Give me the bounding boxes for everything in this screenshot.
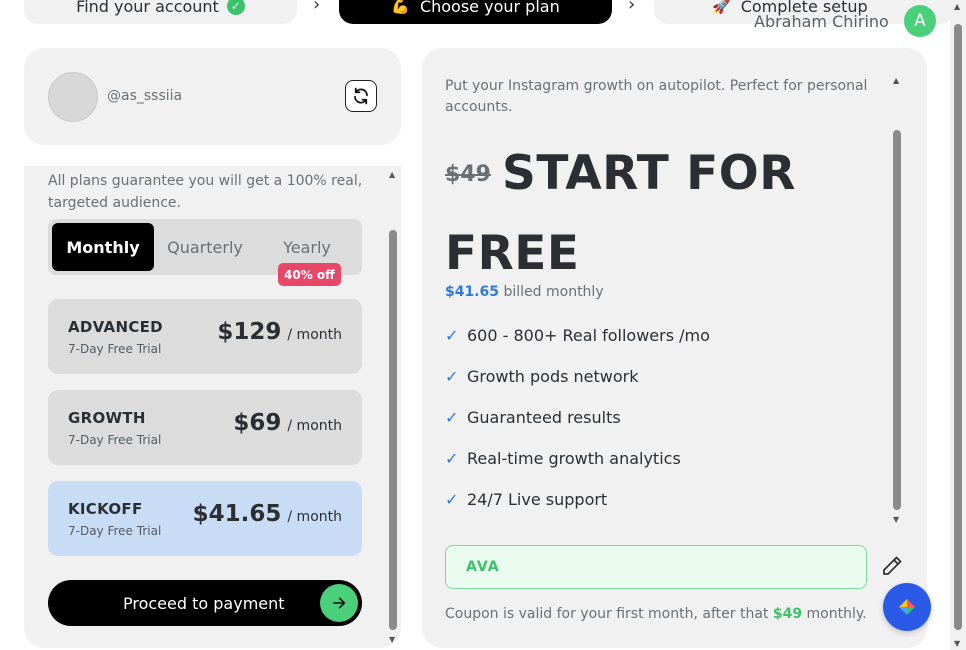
summary-headline: START FOR FREE	[445, 146, 796, 281]
checkmark-icon: ✓	[445, 408, 459, 427]
old-price: $49	[445, 162, 491, 187]
period-monthly[interactable]: Monthly	[52, 223, 154, 271]
plan-name: GROWTH	[68, 409, 146, 427]
proceed-to-payment-button[interactable]: Proceed to payment	[48, 580, 362, 626]
chevron-right-icon: ›	[313, 0, 321, 15]
feature-label: Growth pods network	[467, 367, 639, 386]
feature-item: ✓ 24/7 Live support	[445, 490, 710, 531]
plan-card-growth[interactable]: GROWTH 7-Day Free Trial $69 / month	[48, 390, 362, 465]
checkmark-icon: ✓	[445, 367, 459, 386]
plan-period: / month	[287, 418, 342, 434]
plans-description: All plans guarantee you will get a 100% …	[48, 173, 363, 211]
user-avatar[interactable]: A	[904, 5, 936, 37]
summary-scrollbar-thumb[interactable]	[893, 130, 901, 510]
proceed-label: Proceed to payment	[123, 593, 285, 613]
plan-price: $41.65	[192, 501, 282, 527]
plan-name: ADVANCED	[68, 318, 163, 336]
step-find-account-label: Find your account	[76, 0, 219, 16]
scroll-down-arrow-icon[interactable]: ▼	[389, 635, 395, 644]
account-card: @as_sssiia	[24, 48, 401, 145]
feature-label: Real-time growth analytics	[467, 449, 681, 468]
refresh-account-button[interactable]	[345, 80, 377, 112]
period-quarterly[interactable]: Quarterly	[156, 223, 254, 271]
summary-scrollbar[interactable]: ▲ ▼	[890, 72, 904, 528]
coupon-note-prefix: Coupon is valid for your first month, af…	[445, 606, 773, 622]
rocket-icon: 🚀	[712, 0, 731, 15]
help-chat-button[interactable]	[883, 583, 931, 631]
refresh-icon	[354, 87, 368, 105]
feature-item: ✓ 600 - 800+ Real followers /mo	[445, 326, 710, 367]
scroll-up-arrow-icon[interactable]: ▲	[389, 170, 395, 179]
coupon-code-field[interactable]: AVA	[445, 545, 867, 589]
scroll-up-arrow-icon[interactable]: ▲	[954, 2, 960, 11]
scroll-up-arrow-icon[interactable]: ▲	[893, 76, 899, 85]
plan-trial: 7-Day Free Trial	[68, 433, 162, 447]
summary-description: Put your Instagram growth on autopilot. …	[445, 78, 868, 115]
plan-price: $129	[217, 319, 282, 345]
plan-name: KICKOFF	[68, 500, 143, 518]
plan-price: $69	[233, 410, 282, 436]
plan-summary-panel: Put your Instagram growth on autopilot. …	[422, 48, 927, 648]
feature-item: ✓ Growth pods network	[445, 367, 710, 408]
feature-label: Guaranteed results	[467, 408, 621, 427]
checkmark-icon: ✓	[445, 326, 459, 345]
scroll-down-arrow-icon[interactable]: ▼	[893, 515, 899, 524]
flexed-biceps-icon: 💪	[391, 0, 410, 15]
plans-scrollbar-thumb[interactable]	[389, 230, 397, 630]
coupon-note-amount: $49	[772, 606, 803, 622]
scroll-down-arrow-icon[interactable]: ▼	[954, 639, 960, 648]
plan-card-advanced[interactable]: ADVANCED 7-Day Free Trial $129 / month	[48, 299, 362, 374]
feature-label: 600 - 800+ Real followers /mo	[467, 326, 710, 345]
step-choose-plan-label: Choose your plan	[419, 0, 560, 16]
checkmark-icon: ✓	[445, 490, 459, 509]
step-find-account[interactable]: Find your account ✓	[24, 0, 297, 24]
arrow-right-icon	[320, 584, 358, 622]
coupon-note-suffix: monthly.	[802, 606, 867, 622]
page-scrollbar-thumb[interactable]	[954, 24, 962, 630]
plan-period: / month	[287, 509, 342, 525]
plans-scrollbar[interactable]: ▲ ▼	[386, 166, 400, 648]
account-avatar	[48, 72, 98, 122]
user-name: Abraham Chirino	[754, 12, 889, 31]
account-handle: @as_sssiia	[107, 88, 183, 104]
step-choose-plan[interactable]: 💪 Choose your plan	[339, 0, 612, 24]
page-scrollbar[interactable]: ▲ ▼	[950, 0, 966, 650]
feature-list: ✓ 600 - 800+ Real followers /mo ✓ Growth p…	[445, 326, 710, 531]
plan-card-kickoff[interactable]: KICKOFF 7-Day Free Trial $41.65 / month	[48, 481, 362, 556]
checkmark-icon: ✓	[445, 449, 459, 468]
colorful-logo-icon	[899, 599, 915, 615]
feature-label: 24/7 Live support	[467, 490, 608, 509]
discount-badge: 40% off	[278, 263, 341, 286]
billed-amount: $41.65	[445, 284, 500, 300]
plans-panel: All plans guarantee you will get a 100% …	[24, 166, 401, 648]
plan-trial: 7-Day Free Trial	[68, 524, 162, 538]
check-icon: ✓	[226, 0, 245, 15]
chevron-right-icon: ›	[628, 0, 636, 15]
feature-item: ✓ Guaranteed results	[445, 408, 710, 449]
coupon-note: Coupon is valid for your first month, af…	[445, 606, 867, 622]
edit-pencil-icon[interactable]	[880, 554, 904, 578]
billed-suffix: billed monthly	[499, 284, 604, 300]
plan-trial: 7-Day Free Trial	[68, 342, 162, 356]
plan-period: / month	[287, 327, 342, 343]
billed-text: $41.65 billed monthly	[445, 284, 604, 300]
feature-item: ✓ Real-time growth analytics	[445, 449, 710, 490]
